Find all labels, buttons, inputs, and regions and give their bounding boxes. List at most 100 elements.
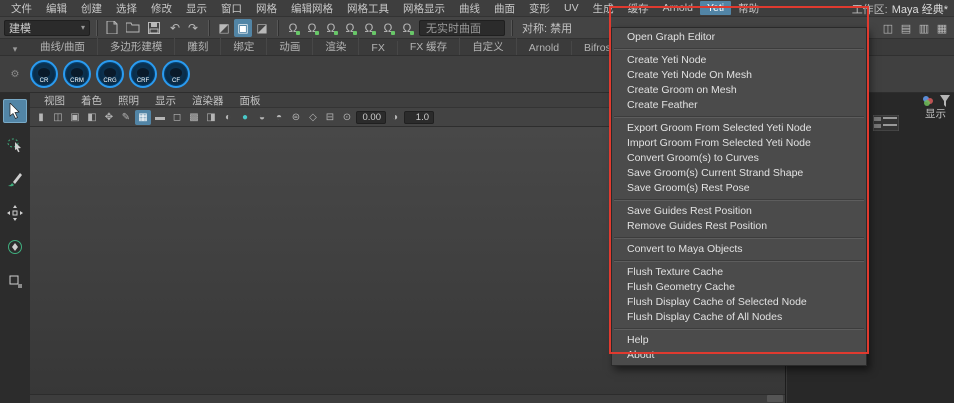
viewport-toolbar-icon[interactable]: ⊟ xyxy=(322,110,338,125)
sidebar-toggle-icon[interactable]: ▤ xyxy=(898,19,914,37)
yeti-menu-item[interactable]: Remove Guides Rest Position xyxy=(612,219,866,234)
menubar-item[interactable]: 变形 xyxy=(522,0,557,17)
shelf-tab[interactable]: 渲染 xyxy=(313,38,359,55)
viewport-toolbar-icon[interactable]: ◒ xyxy=(254,110,270,125)
menubar-item[interactable]: 文件 xyxy=(4,0,39,17)
live-surface-field[interactable]: 无实时曲面 xyxy=(419,20,505,36)
yeti-menu-item[interactable]: Export Groom From Selected Yeti Node xyxy=(612,121,866,136)
new-scene-icon[interactable] xyxy=(103,19,121,37)
paint-select-tool[interactable] xyxy=(3,167,27,191)
viewport-toolbar-icon[interactable]: ◐ xyxy=(220,110,236,125)
yeti-menu-item[interactable] xyxy=(614,260,864,262)
shelf-tab[interactable]: FX 缓存 xyxy=(398,38,460,55)
sidebar-toggle-icon[interactable]: ◫ xyxy=(880,19,896,37)
yeti-menu-item[interactable]: Flush Display Cache of All Nodes xyxy=(612,310,866,325)
sidebar-toggle-icon[interactable]: ▥ xyxy=(916,19,932,37)
viewport-toolbar-icon[interactable]: ✎ xyxy=(118,110,134,125)
menubar-item[interactable]: 缓存 xyxy=(621,0,656,17)
shelf-tab[interactable]: Arnold xyxy=(517,41,572,55)
viewport-toolbar-icon[interactable]: ▬ xyxy=(152,110,168,125)
save-scene-icon[interactable] xyxy=(145,19,163,37)
yeti-shelf-button[interactable]: CF xyxy=(162,60,190,88)
layers-list-icon[interactable] xyxy=(873,115,899,134)
yeti-shelf-button[interactable]: CRF xyxy=(129,60,157,88)
shelf-tab[interactable]: 绑定 xyxy=(221,38,267,55)
history-icon[interactable]: ↶ xyxy=(166,19,184,37)
viewport-toolbar-icon[interactable]: ◨ xyxy=(203,110,219,125)
viewport-toolbar-icon[interactable]: ● xyxy=(237,110,253,125)
menu-set-dropdown[interactable]: 建模 ▾ xyxy=(4,20,90,36)
snap-icon[interactable]: Ω xyxy=(322,19,340,37)
yeti-shelf-button[interactable]: CR xyxy=(30,60,58,88)
snap-icon[interactable]: Ω xyxy=(360,19,378,37)
viewport-toolbar-icon[interactable]: ⊜ xyxy=(288,110,304,125)
menubar-item[interactable]: 显示 xyxy=(179,0,214,17)
yeti-menu-item[interactable]: Convert Groom(s) to Curves xyxy=(612,151,866,166)
snap-icon[interactable]: Ω xyxy=(379,19,397,37)
shelf-tab[interactable]: 雕刻 xyxy=(175,38,221,55)
yeti-menu-item[interactable] xyxy=(614,237,864,239)
scale-tool[interactable] xyxy=(3,269,27,293)
shelf-tab[interactable]: 曲线/曲面 xyxy=(28,38,98,55)
symmetry-status[interactable]: 对称: 禁用 xyxy=(522,20,572,36)
menubar-item[interactable]: 帮助 xyxy=(731,0,766,17)
snap-icon[interactable]: Ω xyxy=(341,19,359,37)
yeti-menu-item[interactable]: Create Groom on Mesh xyxy=(612,83,866,98)
shelf-menu-icon[interactable]: ▾ xyxy=(2,44,28,55)
yeti-shelf-button[interactable]: CRM xyxy=(63,60,91,88)
yeti-menu-item[interactable]: Save Groom(s) Rest Pose xyxy=(612,181,866,196)
selection-mask-icon[interactable]: ▣ xyxy=(234,19,252,37)
viewport-toolbar-icon[interactable]: ▣ xyxy=(67,110,83,125)
menubar-item[interactable]: 编辑网格 xyxy=(284,0,340,17)
yeti-menu-item[interactable]: Create Feather xyxy=(612,98,866,113)
menubar-item[interactable]: 生成 xyxy=(586,0,621,17)
menubar-item[interactable]: 曲面 xyxy=(487,0,522,17)
yeti-menu-item[interactable]: Open Graph Editor xyxy=(612,30,866,45)
panel-menu-item[interactable]: 面板 xyxy=(232,93,269,108)
yeti-menu-item[interactable]: Flush Geometry Cache xyxy=(612,280,866,295)
gamma-field[interactable]: 1.0 xyxy=(404,111,434,124)
yeti-menu-item[interactable]: Save Guides Rest Position xyxy=(612,204,866,219)
viewport-toolbar-icon[interactable]: ▩ xyxy=(186,110,202,125)
menubar-item[interactable]: 网格 xyxy=(249,0,284,17)
yeti-menu-item[interactable]: Flush Texture Cache xyxy=(612,265,866,280)
selection-mask-icon[interactable]: ◪ xyxy=(253,19,271,37)
yeti-menu-item[interactable]: Help xyxy=(612,333,866,348)
yeti-menu-item[interactable]: Import Groom From Selected Yeti Node xyxy=(612,136,866,151)
yeti-menu-item[interactable] xyxy=(614,116,864,118)
rotate-tool[interactable] xyxy=(3,235,27,259)
gamma-icon[interactable]: ◑ xyxy=(387,110,403,125)
menubar-item[interactable]: 修改 xyxy=(144,0,179,17)
layer-editor-tab[interactable]: 显示 xyxy=(925,106,946,121)
yeti-menu-item[interactable]: Flush Display Cache of Selected Node xyxy=(612,295,866,310)
viewport-toolbar-icon[interactable]: ✥ xyxy=(101,110,117,125)
open-scene-icon[interactable] xyxy=(124,19,142,37)
yeti-menu-item[interactable] xyxy=(614,48,864,50)
menubar-item[interactable]: 创建 xyxy=(74,0,109,17)
panel-menu-item[interactable]: 照明 xyxy=(110,93,147,108)
yeti-menu-item[interactable]: About xyxy=(612,348,866,363)
menubar-item[interactable]: 网格显示 xyxy=(396,0,452,17)
shelf-tab[interactable]: FX xyxy=(359,41,397,55)
selection-mask-icon[interactable]: ◩ xyxy=(215,19,233,37)
shelf-tab[interactable]: 多边形建模 xyxy=(98,38,176,55)
menubar-item[interactable]: Yeti xyxy=(700,1,731,15)
move-tool[interactable] xyxy=(3,201,27,225)
shelf-tab[interactable]: 自定义 xyxy=(460,38,517,55)
yeti-menu-item[interactable]: Create Yeti Node xyxy=(612,53,866,68)
panel-menu-item[interactable]: 渲染器 xyxy=(184,93,232,108)
menubar-item[interactable]: Arnold xyxy=(656,1,700,15)
menubar-item[interactable]: UV xyxy=(557,1,586,15)
menubar-item[interactable]: 编辑 xyxy=(39,0,74,17)
viewport-toolbar-icon[interactable]: ◇ xyxy=(305,110,321,125)
panel-resize-handle[interactable] xyxy=(767,395,783,402)
sidebar-toggle-icon[interactable]: ▦ xyxy=(934,19,950,37)
yeti-shelf-button[interactable]: CRG xyxy=(96,60,124,88)
viewport-toolbar-icon[interactable]: ▮ xyxy=(33,110,49,125)
menubar-item[interactable]: 选择 xyxy=(109,0,144,17)
snap-icon[interactable]: Ω xyxy=(303,19,321,37)
select-tool[interactable] xyxy=(3,99,27,123)
workspace-selector[interactable]: 工作区: Maya 经典* xyxy=(852,0,948,17)
lasso-select-tool[interactable] xyxy=(3,133,27,157)
yeti-menu-item[interactable]: Create Yeti Node On Mesh xyxy=(612,68,866,83)
